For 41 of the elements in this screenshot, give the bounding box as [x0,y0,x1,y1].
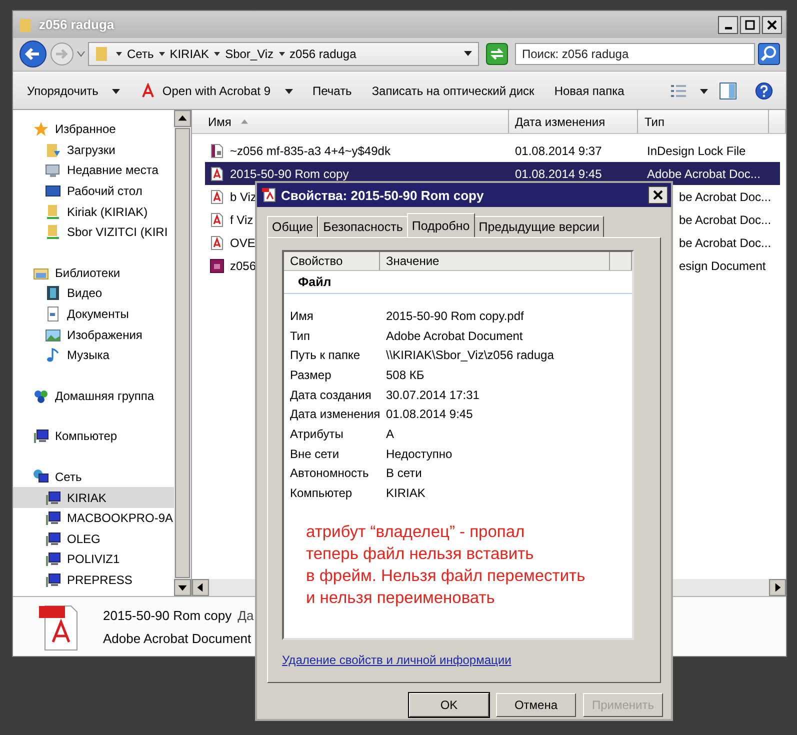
file-name: b Viz [230,190,256,204]
property-name: Размер [289,368,332,382]
dialog-title: Свойства: 2015-50-90 Rom copy [281,188,484,202]
file-type: be Acrobat Doc... [679,236,772,250]
file-name: f Viz [230,212,254,226]
property-value: \\KIRIAK\Sbor_Viz\z056 raduga [386,348,554,362]
file-name: 2015-50-90 Rom copy [103,608,232,622]
property-name: Дата изменения [289,407,382,422]
property-value: 508 КБ [386,368,424,382]
file-date: 01.08.2014 9:45 [515,166,602,180]
property-value: KIRIAK [386,486,426,500]
file-date: 01.08.2014 9:37 [515,144,602,158]
section-heading: Файл [297,274,332,291]
property-name: Тип [289,328,312,343]
field-label: Да [238,608,254,622]
file-name: OVE [230,236,256,250]
property-value: A [386,426,394,441]
file-type: Adobe Acrobat Doc... [647,166,760,180]
file-type: be Acrobat Doc... [679,212,772,226]
file-type: Adobe Acrobat Document [103,630,252,646]
property-value: 30.07.2014 17:31 [386,388,480,402]
property-value: 2015-50-90 Rom copy.pdf [386,308,524,323]
property-name: Атрибуты [289,426,344,441]
property-name: Имя [289,308,314,323]
property-name: Дата создания [289,388,372,402]
property-name: Путь к папке [289,348,362,362]
window-title: z056 raduga [39,17,114,32]
annotation-text: атрибут “владелец” - пропал теперь файл нельзя вставить в фрейм. Нельзя файл переместить и нельзя переименовать [306,522,586,609]
property-value: В сети [386,466,422,480]
file-name: z056 [230,258,256,272]
property-name: Автономность [289,466,370,480]
file-name: 2015-50-90 Rom copy [230,166,349,180]
property-value: Adobe Acrobat Document [386,328,523,343]
file-type: InDesign Lock File [647,144,746,158]
property-value: Недоступно [386,446,452,461]
file-type: esign Document [679,258,766,272]
property-name: Компьютер [289,486,354,500]
property-name: Вне сети [289,446,340,461]
property-value: 01.08.2014 9:45 [386,407,473,422]
file-name: ~z056 mf-835-a3 4+4~y$49dk [230,144,390,158]
file-type: be Acrobat Doc... [679,190,772,204]
